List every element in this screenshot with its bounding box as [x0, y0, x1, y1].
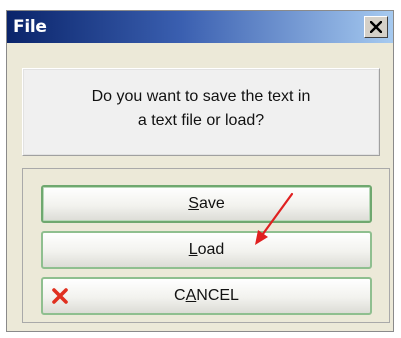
- load-mnemonic: L: [188, 241, 198, 258]
- cancel-label-rest: NCEL: [196, 287, 239, 304]
- file-dialog: File Do you want to save the text in a t…: [6, 10, 394, 332]
- message-text: Do you want to save the text in a text f…: [23, 85, 379, 133]
- cancel-label-pre: C: [174, 287, 186, 304]
- close-icon: [370, 21, 382, 33]
- cancel-button-label: CANCEL: [174, 287, 239, 305]
- save-mnemonic: S: [188, 195, 199, 212]
- cancel-mnemonic: A: [185, 287, 197, 304]
- load-label-rest: oad: [197, 241, 225, 258]
- cancel-button[interactable]: CANCEL: [41, 277, 372, 315]
- load-button[interactable]: Load: [41, 231, 372, 269]
- close-button[interactable]: [364, 16, 388, 38]
- title-bar[interactable]: File: [7, 11, 393, 43]
- buttons-group: Save Load CANCEL: [22, 168, 390, 323]
- window-title: File: [13, 17, 47, 37]
- load-button-label: Load: [189, 241, 225, 259]
- message-line-1: Do you want to save the text in: [91, 88, 311, 105]
- save-button[interactable]: Save: [41, 185, 372, 223]
- message-panel: Do you want to save the text in a text f…: [22, 68, 380, 156]
- message-line-2: a text file or load?: [137, 112, 265, 129]
- save-button-label: Save: [188, 195, 224, 213]
- save-label-rest: ave: [198, 195, 225, 212]
- red-x-icon: [52, 288, 68, 304]
